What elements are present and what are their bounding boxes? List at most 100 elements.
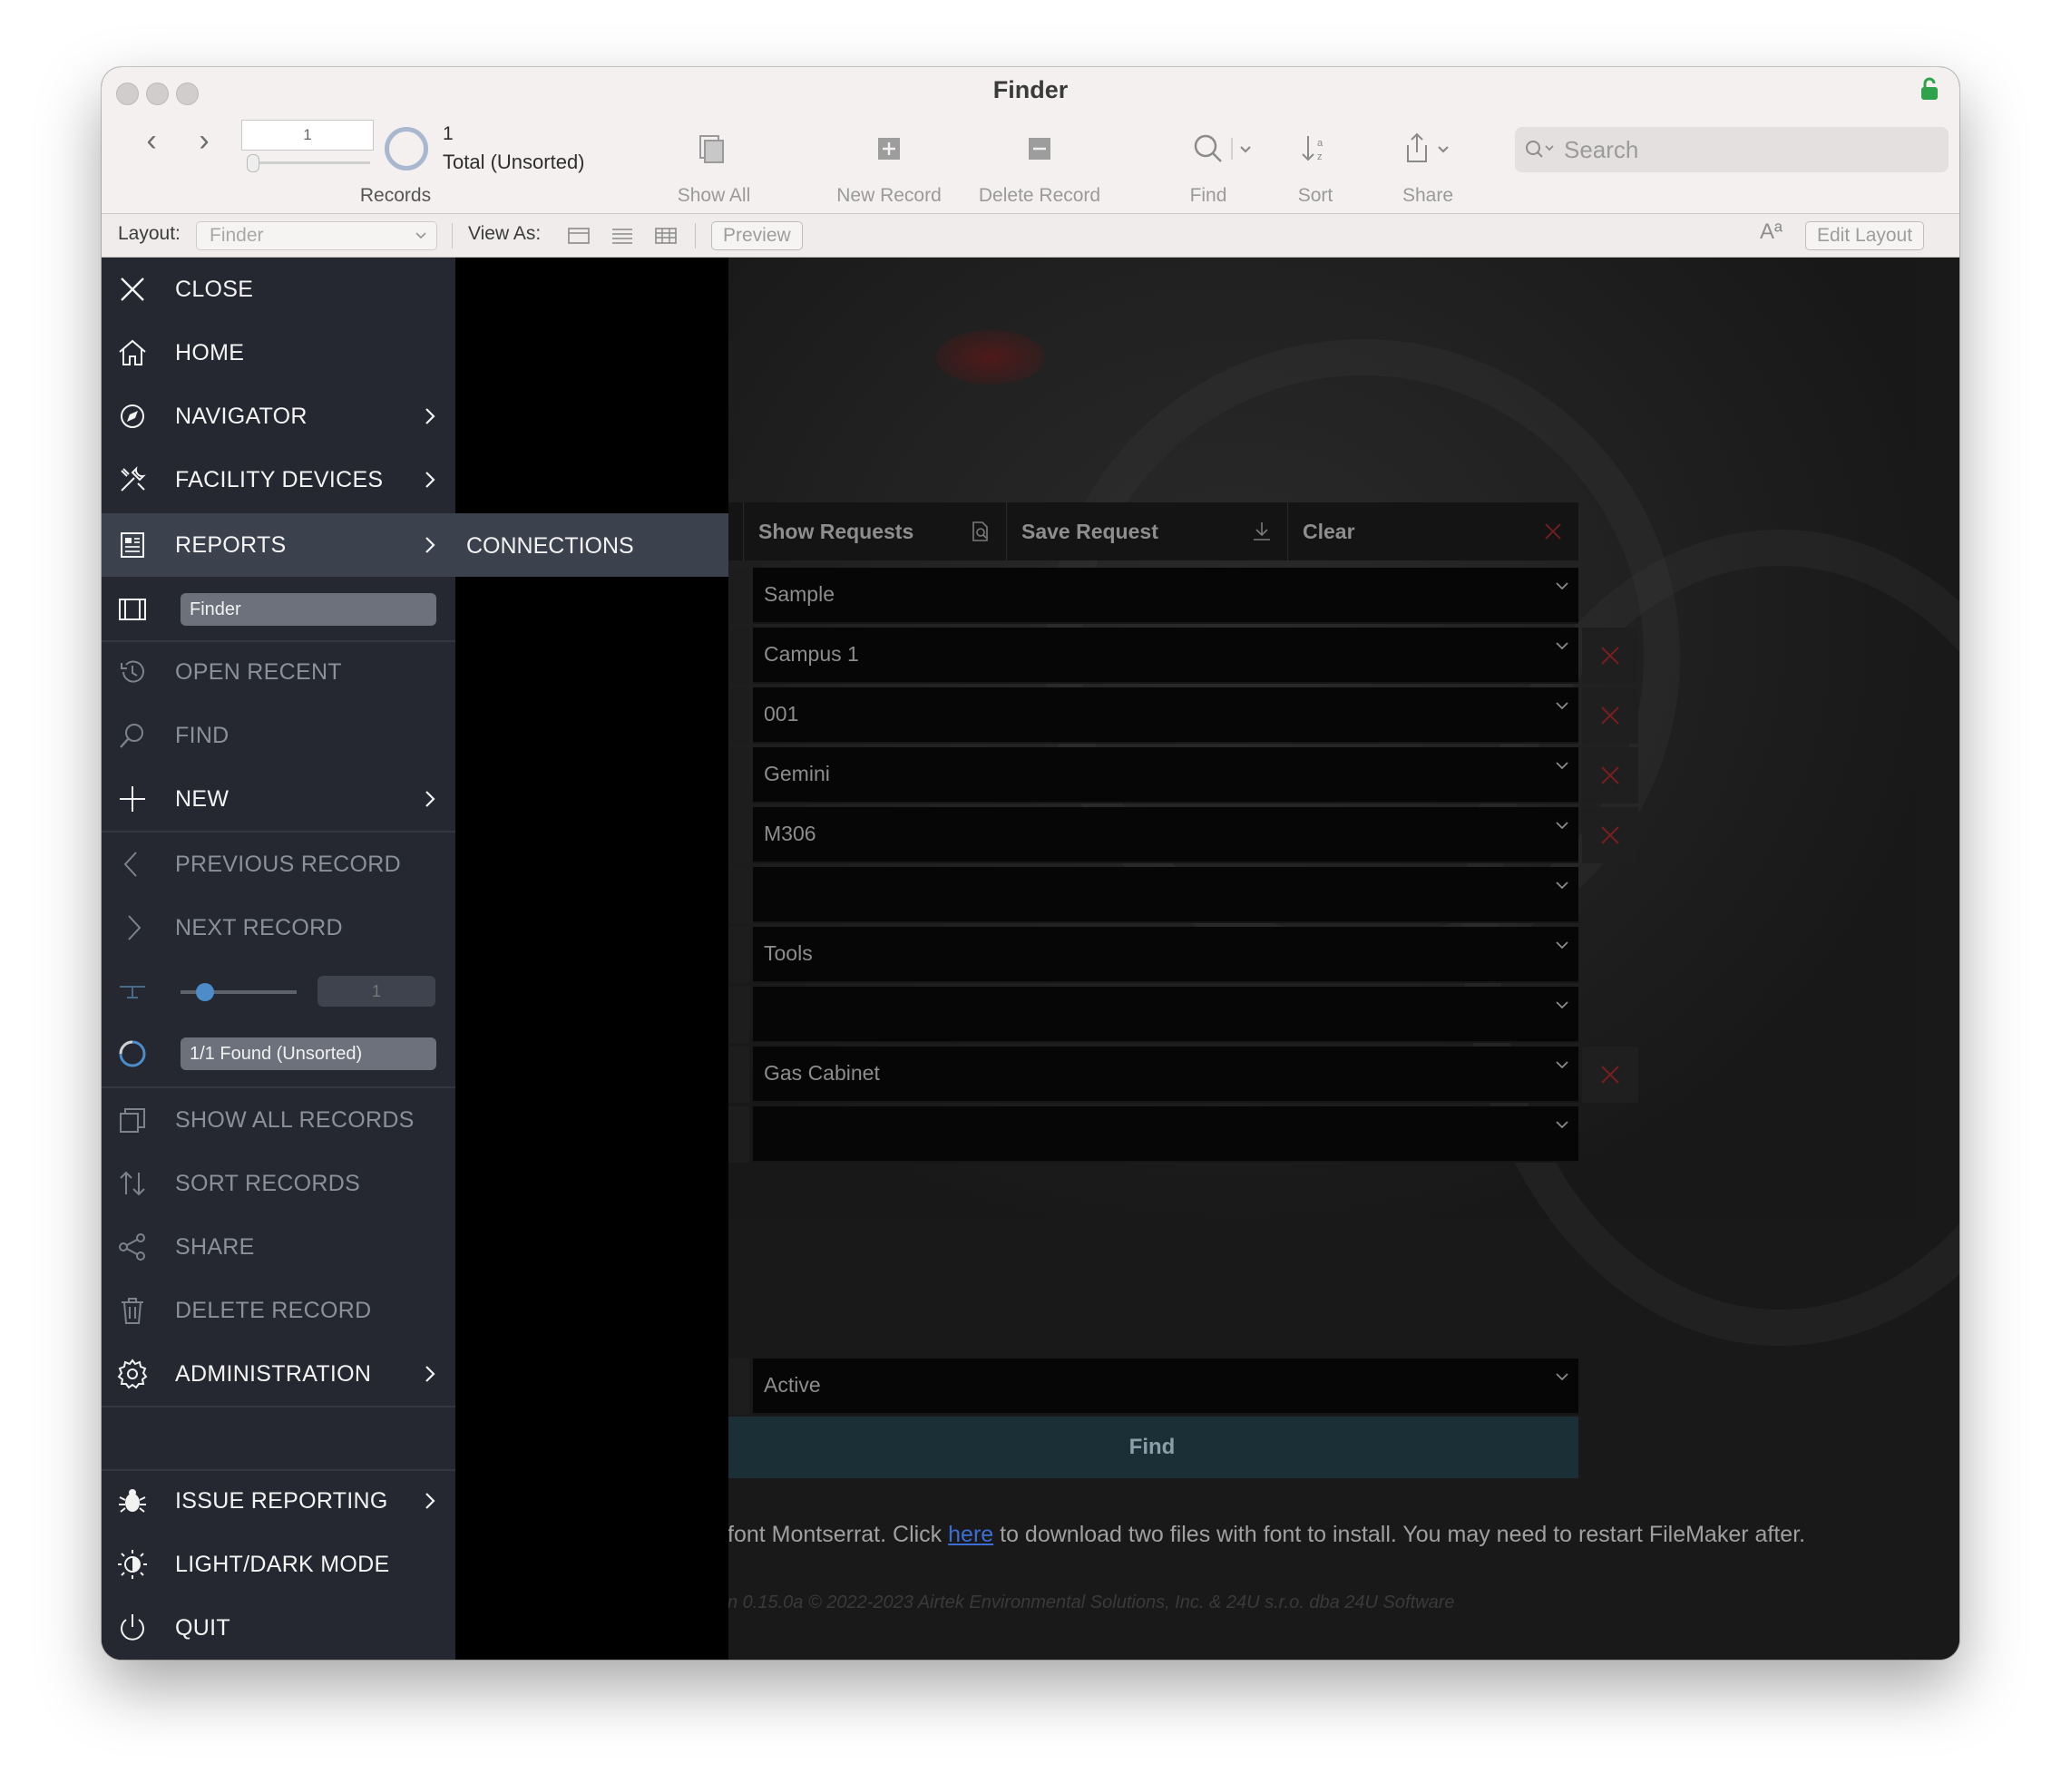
find-field[interactable]: Sample [753, 568, 1578, 624]
sidebar-item-light-dark-mode[interactable]: LIGHT/DARK MODE [102, 1533, 455, 1596]
sidebar-item-label: CLOSE [175, 277, 254, 302]
find-field[interactable]: Campus 1 [753, 628, 1578, 684]
record-number-input[interactable]: 1 [241, 120, 374, 151]
find-field[interactable]: M306 [753, 807, 1578, 863]
new-record-icon[interactable] [871, 131, 907, 167]
remove-criteria-button[interactable] [1582, 628, 1638, 684]
sidebar-item-open-recent[interactable]: OPEN RECENT [102, 640, 455, 704]
sidebar-item-label: NEW [175, 786, 230, 812]
lock-icon [1921, 77, 1938, 100]
window-title: Finder [992, 76, 1069, 103]
show-requests-button[interactable]: Show Requests [744, 502, 1007, 560]
sidebar-record-slider-knob[interactable] [196, 983, 214, 1001]
field-stripe [726, 568, 749, 624]
sidebar-menu: CLOSE HOME NAVIGATOR FACILITY DEVICES RE… [102, 258, 455, 1660]
search-field[interactable]: Search [1515, 127, 1949, 172]
next-record-arrow-icon[interactable]: › [190, 123, 218, 158]
find-field-value: Gas Cabinet [764, 1061, 880, 1085]
sidebar-item-next-record[interactable]: NEXT RECORD [102, 896, 455, 959]
find-field-row [726, 867, 1578, 923]
layout-select[interactable]: Finder [196, 221, 437, 250]
layout-bar-divider [452, 223, 453, 248]
delete-record-icon[interactable] [1021, 131, 1058, 167]
field-stripe [726, 747, 749, 803]
plus-icon [120, 786, 145, 812]
show-all-icon[interactable] [693, 131, 729, 167]
found-count-pill: 1/1 Found (Unsorted) [181, 1037, 436, 1070]
sidebar-item-label: LIGHT/DARK MODE [175, 1552, 390, 1577]
find-field[interactable] [753, 867, 1578, 923]
list-view-icon[interactable] [611, 227, 633, 245]
preview-button[interactable]: Preview [711, 221, 803, 250]
find-field[interactable]: 001 [753, 687, 1578, 744]
sort-icon[interactable]: a z [1297, 131, 1333, 167]
find-field[interactable]: Gas Cabinet [753, 1047, 1578, 1103]
find-field[interactable] [753, 1106, 1578, 1163]
sidebar-item-reports[interactable]: REPORTS [102, 513, 455, 577]
show-all-label: Show All [677, 185, 751, 206]
sidebar-item-label: PREVIOUS RECORD [175, 852, 401, 877]
field-stripe [726, 987, 749, 1043]
remove-criteria-button[interactable] [1582, 687, 1638, 744]
find-label: Find [1189, 185, 1227, 206]
sidebar-item-find[interactable]: FIND [102, 704, 455, 767]
find-field[interactable] [753, 987, 1578, 1043]
find-field-row: Campus 1 [726, 628, 1578, 684]
chevron-right-icon [425, 1493, 435, 1509]
remove-x-icon [1601, 766, 1619, 784]
find-field-row: Tools [726, 927, 1578, 983]
find-dropdown-chevron-icon[interactable] [1230, 131, 1257, 167]
find-field-row: Gas Cabinet [726, 1047, 1578, 1103]
chevron-down-icon [1556, 1373, 1568, 1381]
share-dropdown-chevron-icon[interactable] [1433, 131, 1455, 167]
remove-criteria-button[interactable] [1582, 807, 1638, 863]
layout-bar-divider-2 [695, 223, 696, 248]
submenu-item-connections[interactable]: CONNECTIONS [455, 513, 728, 577]
tools-icon [121, 466, 146, 492]
font-note-suffix: to download two files with font to insta… [993, 1522, 1806, 1547]
remove-criteria-button[interactable] [1582, 747, 1638, 803]
sidebar-item-navigator[interactable]: NAVIGATOR [102, 385, 455, 448]
find-button[interactable]: Find [726, 1417, 1578, 1478]
sidebar-item-sort-records[interactable]: SORT RECORDS [102, 1152, 455, 1215]
table-view-icon[interactable] [655, 227, 677, 245]
previous-record-arrow-icon[interactable]: ‹ [138, 123, 165, 158]
status-field[interactable]: Active [753, 1359, 1578, 1415]
sidebar-item-administration[interactable]: ADMINISTRATION [102, 1342, 455, 1406]
record-slider-knob[interactable] [247, 154, 259, 172]
sidebar-item-label: OPEN RECENT [175, 659, 342, 685]
find-field[interactable]: Tools [753, 927, 1578, 983]
sidebar-item-new[interactable]: NEW [102, 767, 455, 831]
sidebar-item-share[interactable]: SHARE [102, 1215, 455, 1279]
edit-layout-button[interactable]: Edit Layout [1805, 221, 1925, 250]
record-slider-icon [120, 986, 145, 998]
sidebar-item-issue-reporting[interactable]: ISSUE REPORTING [102, 1469, 455, 1533]
share-icon[interactable] [1399, 131, 1435, 167]
record-slider[interactable] [247, 161, 370, 164]
remove-x-icon [1601, 647, 1619, 665]
sidebar-item-show-all-records[interactable]: SHOW ALL RECORDS [102, 1088, 455, 1152]
sidebar-item-home[interactable]: HOME [102, 321, 455, 385]
sidebar-item-delete-record[interactable]: DELETE RECORD [102, 1279, 455, 1342]
share-label: Share [1402, 185, 1454, 206]
clear-button[interactable]: Clear [1288, 502, 1578, 560]
save-request-button[interactable]: Save Request [1007, 502, 1288, 560]
remove-criteria-button[interactable] [1582, 1047, 1638, 1103]
sidebar-item-close[interactable]: CLOSE [102, 258, 455, 321]
layout-selector-pill[interactable]: Finder [181, 593, 436, 626]
sort-label: Sort [1297, 185, 1333, 206]
find-field-value: 001 [764, 702, 799, 726]
text-size-icon[interactable]: Aª [1760, 219, 1783, 245]
find-field[interactable]: Gemini [753, 747, 1578, 803]
chevron-down-icon [1556, 822, 1568, 830]
download-font-link[interactable]: here [948, 1522, 993, 1547]
sidebar-record-number[interactable]: 1 [317, 976, 435, 1007]
power-icon [121, 1614, 144, 1641]
chevron-down-icon [1556, 762, 1568, 770]
layout-bar: Layout: Finder View As: Preview Aª Edit … [102, 214, 1959, 258]
sidebar-item-previous-record[interactable]: PREVIOUS RECORD [102, 833, 455, 896]
find-magnifier-icon[interactable] [1190, 131, 1226, 167]
sidebar-item-facility-devices[interactable]: FACILITY DEVICES [102, 448, 455, 511]
sidebar-item-quit[interactable]: QUIT [102, 1596, 455, 1660]
form-view-icon[interactable] [568, 227, 590, 245]
